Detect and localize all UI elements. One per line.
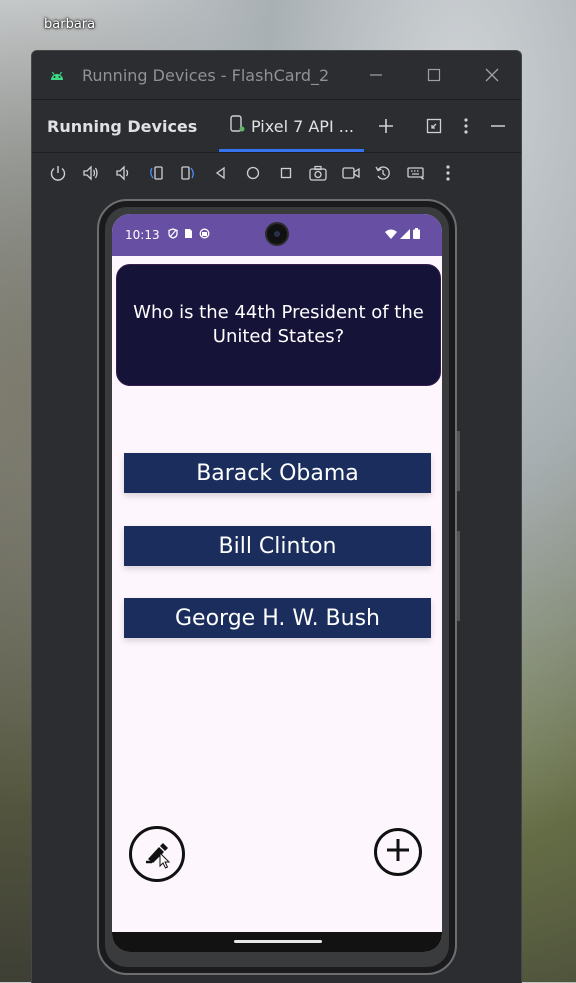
maximize-icon[interactable] [405,51,463,99]
screenshot-icon[interactable] [302,157,335,189]
screen-record-icon[interactable] [335,157,368,189]
battery-icon [413,228,420,242]
answer-button-1[interactable]: Barack Obama [124,453,431,493]
wifi-icon [385,228,397,242]
rotate-right-icon[interactable] [172,157,205,189]
home-icon[interactable] [237,157,270,189]
window-titlebar: Running Devices - FlashCard_2 [32,51,521,100]
more-options-icon[interactable] [450,110,482,142]
shield-icon [167,228,178,242]
pixel-7-phone-frame: 10:13 Who is the 44th President of the U… [97,199,460,975]
keyboard-icon[interactable] [400,157,433,189]
add-button[interactable] [374,828,422,876]
overview-icon[interactable] [270,157,303,189]
volume-up-icon[interactable] [75,157,108,189]
tab-pixel-7[interactable]: Pixel 7 API ... [219,100,365,152]
power-icon[interactable] [42,157,75,189]
tool-window-header: Running Devices Pixel 7 API ... [32,100,521,153]
phone-side-button [457,431,460,491]
back-icon[interactable] [205,157,238,189]
edit-button[interactable] [129,826,185,882]
device-icon [229,115,245,137]
question-card[interactable]: Who is the 44th President of the United … [116,264,441,386]
add-icon [385,837,411,867]
gesture-nav-bar [112,932,442,952]
sd-card-icon [184,228,193,242]
signal-icon [400,228,410,242]
phone-screen[interactable]: 10:13 Who is the 44th President of the U… [112,214,442,952]
more-icon[interactable] [432,157,465,189]
desktop-user-label: barbara [44,17,96,32]
device-display-area: 10:13 Who is the 44th President of the U… [32,193,521,983]
device-toolbar [32,153,521,194]
phone-volume-button [457,531,460,621]
close-icon[interactable] [463,51,521,99]
window-title: Running Devices - FlashCard_2 [82,65,330,85]
answer-button-3[interactable]: George H. W. Bush [124,598,431,638]
add-device-icon[interactable] [370,110,402,142]
hide-icon[interactable] [482,110,514,142]
tab-label: Pixel 7 API ... [251,116,355,136]
rotate-left-icon[interactable] [140,157,173,189]
answer-button-2[interactable]: Bill Clinton [124,526,431,566]
running-devices-window: Running Devices - FlashCard_2 Running De… [31,50,522,983]
android-icon [48,66,66,84]
reset-icon[interactable] [367,157,400,189]
volume-down-icon[interactable] [107,157,140,189]
edit-icon [140,835,174,873]
status-time: 10:13 [125,228,160,242]
expand-icon[interactable] [418,110,450,142]
sync-icon [199,228,210,242]
status-bar: 10:13 [112,214,442,256]
front-camera [267,224,287,244]
minimize-icon[interactable] [347,51,405,99]
question-text: Who is the 44th President of the United … [133,302,424,347]
tool-window-title: Running Devices [47,116,198,136]
home-gesture-pill[interactable] [234,940,322,943]
